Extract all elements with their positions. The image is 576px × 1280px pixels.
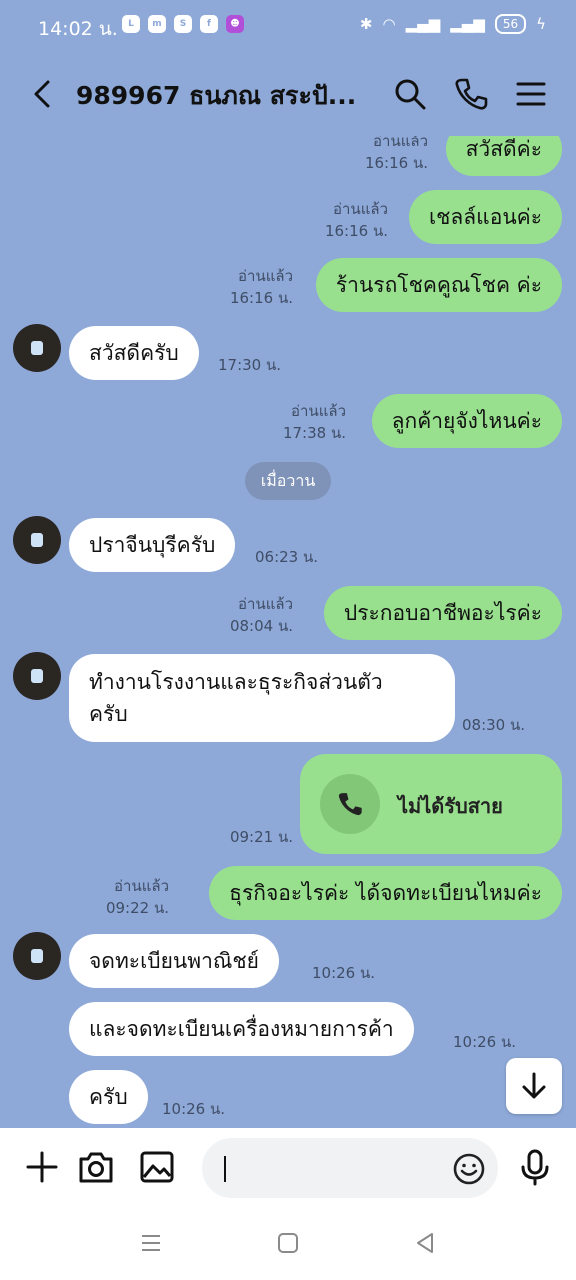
- message-meta: อ่านแล้ว 09:22 น.: [106, 875, 169, 919]
- message-time: 06:23 น.: [255, 548, 319, 566]
- message-time: 10:26 น.: [162, 1100, 226, 1118]
- contact-avatar[interactable]: [13, 324, 61, 372]
- incoming-message[interactable]: ปราจีนบุรีครับ: [69, 518, 236, 572]
- status-time: 14:02 น.: [38, 18, 118, 40]
- message-input-bar: [0, 1128, 576, 1208]
- read-receipt: อ่านแล้ว: [333, 200, 388, 218]
- message-time: 16:16 น.: [324, 222, 388, 240]
- call-icon-circle: [320, 774, 380, 834]
- wifi-icon: ◠: [382, 15, 396, 33]
- camera-icon[interactable]: [76, 1147, 116, 1187]
- phone-call-icon[interactable]: [453, 76, 489, 112]
- message-time: 09:21 น.: [229, 828, 293, 846]
- chat-title: 989967 ธนภณ สระปั...: [76, 81, 357, 110]
- chat-messages[interactable]: อ่านแล้ว 16:16 น. สวัสดีค่ะ อ่านแล้ว 16:…: [0, 136, 576, 1128]
- notification-icons: L m S f ☻: [122, 15, 244, 33]
- read-receipt: อ่านแล้ว: [238, 595, 293, 613]
- image-gallery-icon[interactable]: [137, 1147, 177, 1187]
- incoming-message[interactable]: และจดทะเบียนเครื่องหมายการค้า: [69, 1002, 414, 1056]
- message-meta: อ่านแล้ว 16:16 น.: [365, 136, 428, 174]
- incoming-message[interactable]: สวัสดีครับ: [69, 326, 199, 380]
- home-icon[interactable]: [277, 1232, 299, 1254]
- outgoing-message[interactable]: ธุรกิจอะไรค่ะ ได้จดทะเบียนไหมค่ะ: [209, 866, 562, 920]
- shopee-icon: S: [174, 15, 192, 33]
- back-arrow-icon[interactable]: [28, 78, 60, 110]
- read-receipt: อ่านแล้ว: [114, 877, 169, 895]
- date-separator: เมื่อวาน: [245, 462, 331, 500]
- contact-avatar[interactable]: [13, 652, 61, 700]
- message-line: ครับ: [89, 702, 128, 726]
- game-app-icon: ☻: [226, 15, 244, 33]
- missed-call-message[interactable]: ไม่ได้รับสาย: [300, 754, 562, 854]
- microphone-icon[interactable]: [515, 1147, 555, 1187]
- facebook-icon: f: [200, 15, 218, 33]
- message-meta: อ่านแล้ว 16:16 น.: [230, 265, 293, 309]
- read-receipt: อ่านแล้ว: [291, 402, 346, 420]
- message-time: 10:26 น.: [312, 964, 376, 982]
- status-bar: 14:02 น. L m S f ☻ ✱ ◠ ▂▄▆ ▂▄▆ 56 ϟ: [0, 0, 576, 52]
- contact-avatar[interactable]: [13, 516, 61, 564]
- message-input[interactable]: [202, 1138, 498, 1198]
- emoji-icon[interactable]: [452, 1152, 486, 1186]
- phone-icon: [338, 793, 362, 816]
- system-navigation-bar: [0, 1208, 576, 1280]
- battery-icon: 56: [494, 14, 527, 34]
- message-line: ทำงานโรงงานและธุระกิจส่วนตัว: [89, 670, 383, 694]
- incoming-message[interactable]: ทำงานโรงงานและธุระกิจส่วนตัว ครับ: [69, 654, 455, 742]
- message-time: 08:30 น.: [462, 716, 526, 734]
- outgoing-message[interactable]: ลูกค้ายุจังไหนค่ะ: [371, 394, 562, 448]
- missed-call-label: ไม่ได้รับสาย: [398, 794, 503, 818]
- search-icon[interactable]: [392, 76, 428, 112]
- read-receipt: อ่านแล้ว: [373, 136, 428, 150]
- message-time: 08:04 น.: [229, 617, 293, 635]
- read-receipt: อ่านแล้ว: [238, 267, 293, 285]
- message-meta: อ่านแล้ว 17:38 น.: [283, 400, 346, 444]
- bluetooth-icon: ✱: [359, 15, 373, 33]
- message-time: 16:16 น.: [364, 154, 428, 172]
- system-icons: ✱ ◠ ▂▄▆ ▂▄▆ 56 ϟ: [360, 14, 546, 34]
- arrow-down-icon: [522, 1072, 546, 1099]
- outgoing-message[interactable]: ร้านรถโชคคูณโชค ค่ะ: [315, 258, 562, 312]
- message-time: 10:26 น.: [453, 1033, 517, 1051]
- plus-icon[interactable]: [22, 1147, 62, 1187]
- scroll-to-bottom-button[interactable]: [506, 1058, 562, 1114]
- outgoing-message[interactable]: ประกอบอาชีพอะไรค่ะ: [323, 586, 562, 640]
- message-meta: อ่านแล้ว 16:16 น.: [325, 198, 388, 242]
- signal-icon: ▂▄▆: [405, 15, 441, 33]
- outgoing-message[interactable]: เชลล์แอนค่ะ: [409, 190, 562, 244]
- messenger-icon: m: [148, 15, 166, 33]
- charging-icon: ϟ: [536, 15, 546, 33]
- message-time: 09:22 น.: [105, 899, 169, 917]
- contact-avatar[interactable]: [13, 932, 61, 980]
- chat-header: 989967 ธนภณ สระปั...: [0, 52, 576, 136]
- recent-apps-icon[interactable]: [140, 1232, 162, 1254]
- text-cursor: [224, 1156, 226, 1182]
- incoming-message[interactable]: จดทะเบียนพาณิชย์: [69, 934, 279, 988]
- line-app-icon: L: [122, 15, 140, 33]
- message-time: 17:30 น.: [218, 356, 282, 374]
- signal-icon-2: ▂▄▆: [450, 15, 485, 33]
- message-meta: อ่านแล้ว 08:04 น.: [230, 593, 293, 637]
- message-time: 17:38 น.: [282, 424, 346, 442]
- menu-icon[interactable]: [513, 76, 549, 112]
- incoming-message[interactable]: ครับ: [69, 1070, 148, 1124]
- back-nav-icon[interactable]: [414, 1232, 436, 1254]
- outgoing-message[interactable]: สวัสดีค่ะ: [445, 136, 562, 176]
- message-time: 16:16 น.: [229, 289, 293, 307]
